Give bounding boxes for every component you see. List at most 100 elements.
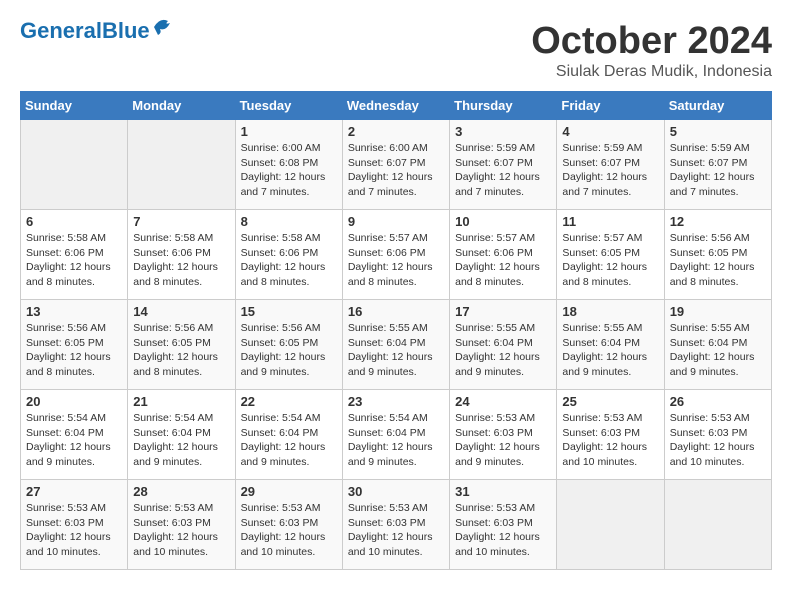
weekday-header-sunday: Sunday bbox=[21, 92, 128, 120]
calendar-cell: 1Sunrise: 6:00 AMSunset: 6:08 PMDaylight… bbox=[235, 120, 342, 210]
calendar-cell: 20Sunrise: 5:54 AMSunset: 6:04 PMDayligh… bbox=[21, 390, 128, 480]
day-info: Sunrise: 5:53 AMSunset: 6:03 PMDaylight:… bbox=[562, 411, 658, 470]
calendar-cell: 3 Sunrise: 5:59 AMSunset: 6:07 PMDaylight… bbox=[450, 120, 557, 210]
day-number: 29 bbox=[241, 484, 337, 499]
day-info: Sunrise: 5:54 AMSunset: 6:04 PMDaylight:… bbox=[26, 411, 122, 470]
calendar-week-row: 13 Sunrise: 5:56 AMSunset: 6:05 PMDayligh… bbox=[21, 300, 772, 390]
day-info: Sunrise: 5:58 AMSunset: 6:06 PMDaylight:… bbox=[26, 231, 122, 290]
day-info: Sunrise: 5:53 AMSunset: 6:03 PMDaylight:… bbox=[455, 501, 551, 560]
day-number: 17 bbox=[455, 304, 551, 319]
calendar-cell: 17 Sunrise: 5:55 AMSunset: 6:04 PMDayligh… bbox=[450, 300, 557, 390]
day-number: 6 bbox=[26, 214, 122, 229]
day-info: Sunrise: 5:53 AMSunset: 6:03 PMDaylight:… bbox=[348, 501, 444, 560]
day-info: Sunrise: 5:56 AMSunset: 6:05 PMDaylight:… bbox=[241, 321, 337, 380]
day-info: Sunrise: 5:57 AMSunset: 6:05 PMDaylight:… bbox=[562, 231, 658, 290]
calendar-cell: 9 Sunrise: 5:57 AMSunset: 6:06 PMDaylight… bbox=[342, 210, 449, 300]
weekday-header-monday: Monday bbox=[128, 92, 235, 120]
calendar-cell: 23Sunrise: 5:54 AMSunset: 6:04 PMDayligh… bbox=[342, 390, 449, 480]
day-number: 22 bbox=[241, 394, 337, 409]
calendar-cell: 10 Sunrise: 5:57 AMSunset: 6:06 PMDayligh… bbox=[450, 210, 557, 300]
calendar-cell: 4 Sunrise: 5:59 AMSunset: 6:07 PMDaylight… bbox=[557, 120, 664, 210]
logo: GeneralBlue bbox=[20, 20, 174, 42]
calendar-week-row: 27 Sunrise: 5:53 AMSunset: 6:03 PMDayligh… bbox=[21, 480, 772, 570]
calendar-cell: 27 Sunrise: 5:53 AMSunset: 6:03 PMDayligh… bbox=[21, 480, 128, 570]
day-number: 4 bbox=[562, 124, 658, 139]
day-info: Sunrise: 5:57 AMSunset: 6:06 PMDaylight:… bbox=[348, 231, 444, 290]
day-info: Sunrise: 5:59 AMSunset: 6:07 PMDaylight:… bbox=[455, 141, 551, 200]
day-info: Sunrise: 5:55 AMSunset: 6:04 PMDaylight:… bbox=[455, 321, 551, 380]
logo-bird-icon bbox=[152, 17, 174, 37]
calendar-cell bbox=[557, 480, 664, 570]
day-number: 9 bbox=[348, 214, 444, 229]
calendar-week-row: 6 Sunrise: 5:58 AMSunset: 6:06 PMDaylight… bbox=[21, 210, 772, 300]
day-info: Sunrise: 5:53 AMSunset: 6:03 PMDaylight:… bbox=[241, 501, 337, 560]
day-number: 14 bbox=[133, 304, 229, 319]
day-number: 2 bbox=[348, 124, 444, 139]
calendar-week-row: 1Sunrise: 6:00 AMSunset: 6:08 PMDaylight… bbox=[21, 120, 772, 210]
day-number: 5 bbox=[670, 124, 766, 139]
day-info: Sunrise: 5:59 AMSunset: 6:07 PMDaylight:… bbox=[562, 141, 658, 200]
day-info: Sunrise: 5:58 AMSunset: 6:06 PMDaylight:… bbox=[241, 231, 337, 290]
calendar-cell: 7 Sunrise: 5:58 AMSunset: 6:06 PMDaylight… bbox=[128, 210, 235, 300]
calendar-cell: 14 Sunrise: 5:56 AMSunset: 6:05 PMDayligh… bbox=[128, 300, 235, 390]
day-info: Sunrise: 5:55 AMSunset: 6:04 PMDaylight:… bbox=[562, 321, 658, 380]
day-info: Sunrise: 5:53 AMSunset: 6:03 PMDaylight:… bbox=[455, 411, 551, 470]
day-info: Sunrise: 5:56 AMSunset: 6:05 PMDaylight:… bbox=[133, 321, 229, 380]
day-info: Sunrise: 5:54 AMSunset: 6:04 PMDaylight:… bbox=[241, 411, 337, 470]
day-number: 30 bbox=[348, 484, 444, 499]
calendar-cell: 12Sunrise: 5:56 AMSunset: 6:05 PMDayligh… bbox=[664, 210, 771, 300]
day-number: 7 bbox=[133, 214, 229, 229]
day-number: 31 bbox=[455, 484, 551, 499]
weekday-header-tuesday: Tuesday bbox=[235, 92, 342, 120]
calendar-cell: 13 Sunrise: 5:56 AMSunset: 6:05 PMDayligh… bbox=[21, 300, 128, 390]
calendar-cell: 31 Sunrise: 5:53 AMSunset: 6:03 PMDayligh… bbox=[450, 480, 557, 570]
day-info: Sunrise: 5:55 AMSunset: 6:04 PMDaylight:… bbox=[670, 321, 766, 380]
weekday-header-wednesday: Wednesday bbox=[342, 92, 449, 120]
calendar-cell: 5 Sunrise: 5:59 AMSunset: 6:07 PMDaylight… bbox=[664, 120, 771, 210]
day-number: 19 bbox=[670, 304, 766, 319]
day-number: 13 bbox=[26, 304, 122, 319]
page-header: GeneralBlue October 2024 Siulak Deras Mu… bbox=[20, 20, 772, 81]
day-number: 16 bbox=[348, 304, 444, 319]
day-number: 18 bbox=[562, 304, 658, 319]
calendar-cell: 15Sunrise: 5:56 AMSunset: 6:05 PMDayligh… bbox=[235, 300, 342, 390]
calendar-cell: 19 Sunrise: 5:55 AMSunset: 6:04 PMDayligh… bbox=[664, 300, 771, 390]
logo-text: GeneralBlue bbox=[20, 20, 150, 42]
weekday-header-friday: Friday bbox=[557, 92, 664, 120]
calendar-cell: 30 Sunrise: 5:53 AMSunset: 6:03 PMDayligh… bbox=[342, 480, 449, 570]
day-info: Sunrise: 5:56 AMSunset: 6:05 PMDaylight:… bbox=[26, 321, 122, 380]
day-number: 25 bbox=[562, 394, 658, 409]
calendar-cell: 8 Sunrise: 5:58 AMSunset: 6:06 PMDaylight… bbox=[235, 210, 342, 300]
location-text: Siulak Deras Mudik, Indonesia bbox=[531, 63, 772, 81]
day-info: Sunrise: 5:56 AMSunset: 6:05 PMDaylight:… bbox=[670, 231, 766, 290]
weekday-header-thursday: Thursday bbox=[450, 92, 557, 120]
day-info: Sunrise: 5:53 AMSunset: 6:03 PMDaylight:… bbox=[670, 411, 766, 470]
calendar-week-row: 20Sunrise: 5:54 AMSunset: 6:04 PMDayligh… bbox=[21, 390, 772, 480]
day-info: Sunrise: 5:55 AMSunset: 6:04 PMDaylight:… bbox=[348, 321, 444, 380]
day-info: Sunrise: 6:00 AMSunset: 6:08 PMDaylight:… bbox=[241, 141, 337, 200]
calendar-cell: 24 Sunrise: 5:53 AMSunset: 6:03 PMDayligh… bbox=[450, 390, 557, 480]
calendar-cell: 11Sunrise: 5:57 AMSunset: 6:05 PMDayligh… bbox=[557, 210, 664, 300]
logo-blue: Blue bbox=[102, 18, 150, 43]
calendar-cell: 18 Sunrise: 5:55 AMSunset: 6:04 PMDayligh… bbox=[557, 300, 664, 390]
calendar-cell: 6 Sunrise: 5:58 AMSunset: 6:06 PMDaylight… bbox=[21, 210, 128, 300]
day-number: 10 bbox=[455, 214, 551, 229]
day-number: 27 bbox=[26, 484, 122, 499]
day-info: Sunrise: 5:54 AMSunset: 6:04 PMDaylight:… bbox=[348, 411, 444, 470]
day-number: 3 bbox=[455, 124, 551, 139]
day-info: Sunrise: 6:00 AMSunset: 6:07 PMDaylight:… bbox=[348, 141, 444, 200]
day-info: Sunrise: 5:53 AMSunset: 6:03 PMDaylight:… bbox=[26, 501, 122, 560]
calendar-cell bbox=[128, 120, 235, 210]
day-info: Sunrise: 5:57 AMSunset: 6:06 PMDaylight:… bbox=[455, 231, 551, 290]
day-info: Sunrise: 5:59 AMSunset: 6:07 PMDaylight:… bbox=[670, 141, 766, 200]
day-number: 26 bbox=[670, 394, 766, 409]
calendar-header-row: SundayMondayTuesdayWednesdayThursdayFrid… bbox=[21, 92, 772, 120]
day-info: Sunrise: 5:58 AMSunset: 6:06 PMDaylight:… bbox=[133, 231, 229, 290]
weekday-header-saturday: Saturday bbox=[664, 92, 771, 120]
day-number: 24 bbox=[455, 394, 551, 409]
title-block: October 2024 Siulak Deras Mudik, Indones… bbox=[531, 20, 772, 81]
calendar-cell bbox=[21, 120, 128, 210]
logo-general: General bbox=[20, 18, 102, 43]
calendar-cell: 28Sunrise: 5:53 AMSunset: 6:03 PMDayligh… bbox=[128, 480, 235, 570]
day-number: 8 bbox=[241, 214, 337, 229]
